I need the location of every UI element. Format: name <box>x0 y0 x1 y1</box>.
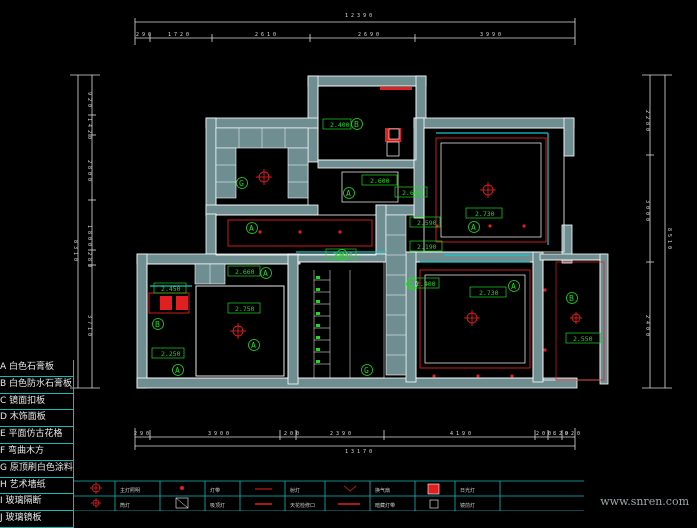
level-5: 2.730 <box>475 210 495 218</box>
sink-fixture <box>388 128 400 140</box>
legend-item: C 镜面扣板 <box>0 393 74 411</box>
tag-letter-2: G <box>239 179 244 188</box>
level-7: 2.660 <box>235 268 255 276</box>
legend-item: H 艺术墙纸 <box>0 477 74 495</box>
bottom-dim-1: 2 9 0 <box>134 431 149 437</box>
legend-item: I 玻璃隔断 <box>0 494 74 512</box>
bottom-dimension-chain <box>134 428 576 450</box>
left-dimension-chain <box>70 74 100 389</box>
right-dim-1: 2 2 8 0 <box>644 110 650 131</box>
sym-label-5: 换气扇 <box>375 487 390 494</box>
tag-letter-8: B <box>155 320 160 329</box>
level-2: 2.600 <box>370 177 390 185</box>
left-dim-4: 1 8 0 0 <box>86 225 92 246</box>
legend-item: B 白色防水石膏板 <box>0 376 74 394</box>
material-legend: A 白色石膏板 B 白色防水石膏板 C 镜面扣板 D 木饰面板 E 平面仿古花格… <box>0 360 74 528</box>
right-total-dimension: 8 5 1 0 <box>666 228 672 249</box>
legend-item: D 木饰面板 <box>0 410 74 428</box>
legend-item: E 平面仿古花格 <box>0 427 74 444</box>
walls <box>136 75 609 389</box>
level-11: 2.450 <box>161 285 181 293</box>
legend-main-light-icon <box>90 482 102 508</box>
bottom-dim-8: 9 2 0 <box>565 431 580 437</box>
legend-item: F 弯曲木方 <box>0 443 74 461</box>
bottom-dim-3: 2 0 0 <box>284 431 299 437</box>
sym-label-4: 射灯 <box>290 487 300 494</box>
bottom-dim-4: 2 3 9 0 <box>330 431 351 437</box>
level-3: 2.600 <box>402 189 422 197</box>
legend-item: J 玻璃镜板 <box>0 511 74 528</box>
top-dim-1: 2 9 0 <box>136 32 151 38</box>
watermark: www.snren.com <box>600 495 689 508</box>
level-13: 2.550 <box>573 335 593 343</box>
sym-label-2: 筒灯 <box>120 502 130 509</box>
tag-letter-6: A <box>263 269 268 278</box>
sym-label-9: 日光灯 <box>460 487 475 494</box>
sym-label-7: 天花检修口 <box>290 502 315 509</box>
sym-label-8: 暗藏灯带 <box>375 502 395 509</box>
level-4: 2.590 <box>417 219 437 227</box>
level-6: 2.190 <box>417 243 437 251</box>
tag-letter-9: G <box>364 366 369 375</box>
toilet-fixture <box>386 141 400 157</box>
sym-label-1: 主灯照明 <box>120 487 140 494</box>
stair-step-markers <box>316 276 320 363</box>
tag-letter-3: A <box>346 189 351 198</box>
level-10: 2.730 <box>479 289 499 297</box>
tag-letter-14: A <box>175 366 180 375</box>
left-total-dimension: 8 3 1 0 <box>72 240 78 261</box>
tag-letter-13: G <box>409 280 414 289</box>
bottom-dim-5: 4 1 9 0 <box>450 431 471 437</box>
right-dim-3: 2 4 0 0 <box>644 315 650 336</box>
level-14: 2.400 <box>333 251 353 259</box>
tag-letter-5: A <box>249 224 254 233</box>
legend-item: G 原顶刷白色涂料 <box>0 460 74 478</box>
top-dim-2: 1 7 2 0 <box>168 32 189 38</box>
legend-item: A 白色石膏板 <box>0 360 74 377</box>
symbol-legend-grid <box>74 480 584 511</box>
legend-strip-icons <box>255 488 360 505</box>
level-1: 2.400 <box>330 121 350 129</box>
left-dim-3: 2 8 0 0 <box>86 160 92 181</box>
level-9: 2.250 <box>161 350 181 358</box>
bottom-total-dimension: 1 3 1 7 0 <box>345 449 372 455</box>
left-dim-6: 3 7 1 0 <box>86 315 92 336</box>
bottom-dim-2: 3 9 0 0 <box>208 431 229 437</box>
sym-label-3: 灯带 <box>210 487 220 494</box>
left-dim-2: 1 4 2 0 <box>86 118 92 139</box>
legend-spotlight-icon <box>343 485 357 492</box>
top-dimension-chain <box>134 18 576 45</box>
left-dim-1: 9 2 0 <box>86 92 92 107</box>
top-dim-3: 2 6 1 0 <box>255 32 276 38</box>
level-12: 2.750 <box>235 305 255 313</box>
tag-letter-1: B <box>354 120 359 129</box>
top-dim-4: 2 6 9 0 <box>358 32 379 38</box>
left-dim-5: 2 8 0 <box>86 252 92 267</box>
ceiling-plan-drawing: 1 2 3 9 0 2 9 0 1 7 2 0 2 6 1 0 2 6 9 0 … <box>70 13 672 511</box>
top-total-dimension: 1 2 3 9 0 <box>345 13 372 19</box>
right-dim-2: 3 0 0 0 <box>644 200 650 221</box>
sym-label-10: 镜前灯 <box>460 502 475 509</box>
sym-label-6: 吸顶灯 <box>210 502 225 509</box>
tag-letter-10: A <box>511 282 516 291</box>
legend-downlight-icon <box>175 486 189 509</box>
bottom-dim-6: 2 0 0 <box>536 431 551 437</box>
staircase <box>297 261 385 379</box>
tag-letter-4: A <box>471 223 476 232</box>
level-8: 2.400 <box>416 280 436 288</box>
tag-letter-7: A <box>251 341 256 350</box>
top-dim-5: 3 9 9 0 <box>480 32 501 38</box>
tag-letter-11: B <box>569 294 574 303</box>
